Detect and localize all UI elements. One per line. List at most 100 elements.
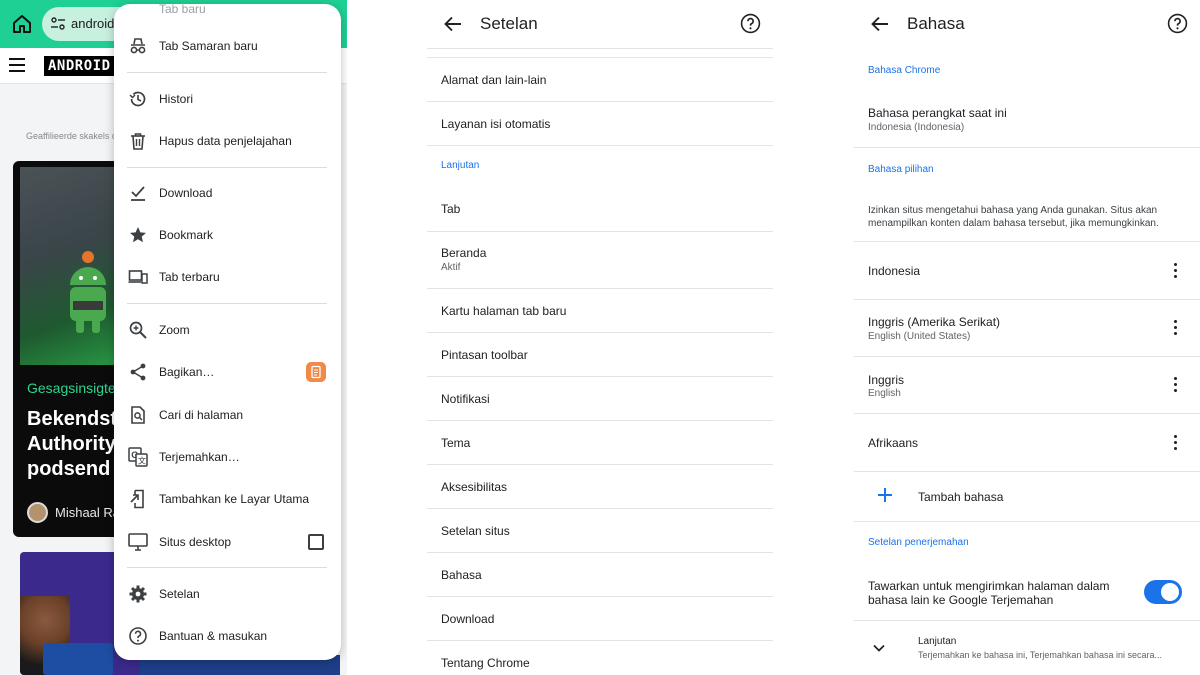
back-arrow-icon[interactable]: [870, 14, 890, 34]
settings-row-notifications[interactable]: Notifikasi: [427, 376, 773, 420]
settings-row-title: Setelan situs: [441, 524, 510, 538]
device-language-value: Indonesia (Indonesia): [868, 122, 965, 133]
menu-item-label: Tab Samaran baru: [159, 39, 258, 53]
divider: [854, 299, 1200, 300]
menu-item-settings[interactable]: Setelan: [114, 574, 341, 614]
author-avatar: [27, 502, 48, 523]
offer-translate-toggle[interactable]: [1144, 580, 1182, 604]
settings-row-about-chrome[interactable]: Tentang Chrome: [427, 640, 773, 675]
language-item-subtitle: English (United States): [868, 331, 971, 342]
menu-item-share[interactable]: Bagikan…: [114, 352, 341, 392]
menu-divider: [127, 167, 327, 168]
page-title: Setelan: [480, 14, 538, 33]
settings-row-toolbar-shortcut[interactable]: Pintasan toolbar: [427, 332, 773, 376]
download-check-icon: [131, 186, 145, 201]
menu-item-label: Download: [159, 186, 213, 200]
svg-text:文: 文: [138, 456, 146, 466]
menu-item-download[interactable]: Download: [114, 173, 341, 213]
divider: [854, 471, 1200, 472]
menu-item-label: Zoom: [159, 323, 190, 337]
settings-row-title: Tentang Chrome: [441, 656, 530, 670]
settings-row-title: Download: [441, 612, 495, 626]
help-icon: [129, 627, 147, 645]
more-options-icon[interactable]: [1172, 320, 1178, 336]
translate-icon: G文: [128, 447, 148, 467]
menu-item-label: Tambahkan ke Layar Utama: [159, 492, 310, 506]
settings-row-title: Alamat dan lain-lain: [441, 73, 547, 87]
more-options-icon[interactable]: [1172, 263, 1178, 279]
divider: [854, 356, 1200, 357]
settings-row-homepage[interactable]: Beranda Aktif: [427, 231, 773, 288]
menu-item-help[interactable]: Bantuan & masukan: [114, 616, 341, 656]
language-item-title[interactable]: Indonesia: [868, 264, 920, 278]
menu-item-label: Cari di halaman: [159, 408, 244, 422]
language-item-title[interactable]: Inggris: [868, 373, 904, 387]
desktop-icon: [128, 533, 148, 551]
settings-row-title: Beranda: [441, 246, 487, 260]
language-item-title[interactable]: Afrikaans: [868, 436, 918, 450]
settings-row-theme[interactable]: Tema: [427, 420, 773, 464]
menu-item-bookmark[interactable]: Bookmark: [114, 215, 341, 255]
android-figure-image: [70, 251, 106, 333]
menu-item-clear-data[interactable]: Hapus data penjelajahan: [114, 121, 341, 161]
chevron-down-icon[interactable]: [872, 641, 886, 655]
translate-advanced-subtitle: Terjemahkan ke bahasa ini, Terjemahkan b…: [918, 650, 1162, 660]
plus-icon[interactable]: [878, 488, 892, 502]
menu-item-incognito[interactable]: Tab Samaran baru: [114, 26, 341, 66]
menu-item-desktop-site[interactable]: Situs desktop: [114, 522, 341, 562]
settings-row-languages[interactable]: Bahasa: [427, 552, 773, 596]
device-language-title[interactable]: Bahasa perangkat saat ini: [868, 106, 1007, 120]
section-header-advanced: Lanjutan: [441, 160, 480, 171]
section-header-translate-settings: Setelan penerjemahan: [868, 537, 969, 548]
article-category[interactable]: Gesagsinsigte: [27, 380, 116, 396]
help-icon[interactable]: [740, 13, 761, 34]
settings-row-site-settings[interactable]: Setelan situs: [427, 508, 773, 552]
share-note-icon[interactable]: [306, 362, 326, 382]
settings-row-title: Layanan isi otomatis: [441, 117, 551, 131]
menu-item-label: Hapus data penjelajahan: [159, 134, 292, 148]
settings-row-ntp-cards[interactable]: Kartu halaman tab baru: [427, 288, 773, 332]
menu-item-find-in-page[interactable]: Cari di halaman: [114, 395, 341, 435]
more-options-icon[interactable]: [1172, 377, 1178, 393]
menu-item-recent-tabs[interactable]: Tab terbaru: [114, 257, 341, 297]
incognito-icon: [130, 38, 146, 54]
help-icon[interactable]: [1167, 13, 1188, 34]
language-header: Bahasa: [854, 0, 1200, 48]
home-icon[interactable]: [10, 12, 34, 36]
settings-row-title: Aksesibilitas: [441, 480, 508, 494]
settings-row-downloads[interactable]: Download: [427, 596, 773, 640]
site-settings-icon[interactable]: [50, 16, 66, 32]
menu-item-label: Bookmark: [159, 228, 214, 242]
menu-item-add-to-home[interactable]: Tambahkan ke Layar Utama: [114, 479, 341, 519]
settings-row-accessibility[interactable]: Aksesibilitas: [427, 464, 773, 508]
preferred-languages-description: Izinkan situs mengetahui bahasa yang And…: [868, 205, 1159, 229]
section-header-chrome-language: Bahasa Chrome: [868, 65, 941, 76]
language-item-subtitle: English: [868, 388, 901, 399]
menu-item-translate[interactable]: G文 Terjemahkan…: [114, 437, 341, 477]
zoom-icon: [129, 321, 147, 339]
settings-row-autofill[interactable]: Layanan isi otomatis: [427, 101, 773, 145]
history-icon: [129, 91, 146, 107]
more-options-icon[interactable]: [1172, 435, 1178, 451]
section-header-preferred-languages: Bahasa pilihan: [868, 164, 934, 175]
menu-item-label: Terjemahkan…: [159, 450, 240, 464]
site-logo[interactable]: ANDROID: [44, 56, 115, 76]
translate-advanced-title[interactable]: Lanjutan: [918, 636, 956, 647]
settings-row-tab[interactable]: Tab: [427, 187, 773, 231]
hamburger-menu-icon[interactable]: [9, 58, 25, 72]
promo-banner[interactable]: [43, 643, 113, 675]
add-language-button[interactable]: Tambah bahasa: [918, 490, 1003, 504]
settings-row-subtitle: Aktif: [441, 262, 461, 273]
settings-row-title: Tema: [441, 436, 471, 450]
divider: [854, 521, 1200, 522]
toggle-knob: [1161, 583, 1179, 601]
back-arrow-icon[interactable]: [443, 14, 463, 34]
menu-divider: [127, 72, 327, 73]
article-author[interactable]: Mishaal Ra: [55, 505, 120, 520]
divider: [854, 241, 1200, 242]
menu-item-zoom[interactable]: Zoom: [114, 310, 341, 350]
settings-row-addresses[interactable]: Alamat dan lain-lain: [427, 57, 773, 101]
language-item-title[interactable]: Inggris (Amerika Serikat): [868, 315, 1000, 329]
desktop-site-checkbox[interactable]: [308, 534, 324, 550]
menu-item-history[interactable]: Histori: [114, 79, 341, 119]
